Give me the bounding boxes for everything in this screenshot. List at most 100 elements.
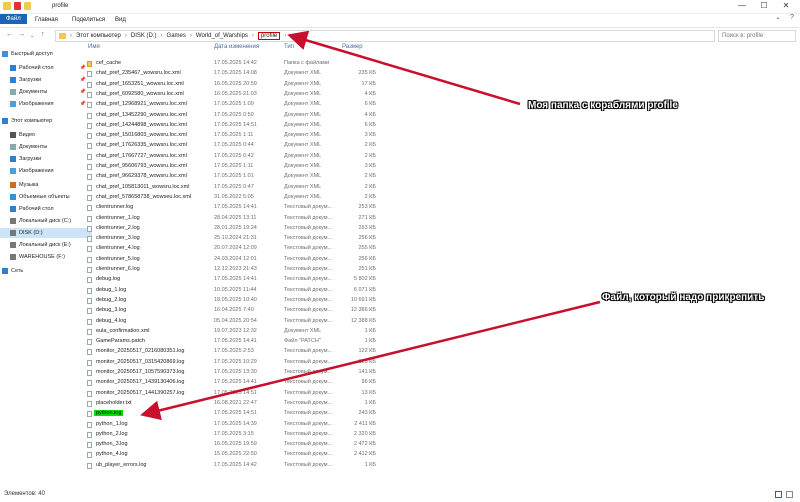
file-row[interactable]: monitor_20250517_0216080351.log 17.05.202… bbox=[84, 347, 724, 357]
file-type: Текстовый докум... bbox=[284, 399, 333, 406]
address-field[interactable]: › Этот компьютер › DISK (D:) › Games › W… bbox=[55, 30, 715, 42]
column-header-size[interactable]: Размер bbox=[342, 44, 363, 55]
file-type: Документ XML bbox=[284, 90, 322, 97]
recent-locations-icon[interactable]: ⌄ bbox=[30, 33, 34, 39]
file-row[interactable]: clientrunner_5.log 24.03.2024 12:01 Тексто… bbox=[84, 255, 724, 265]
file-row[interactable]: debug_4.log 05.04.2025 20:54 Текстовый док… bbox=[84, 317, 724, 327]
file-name: python_4.log bbox=[96, 451, 128, 458]
sidebar-item[interactable]: Документы bbox=[0, 142, 92, 152]
sidebar-item[interactable]: Сеть bbox=[0, 266, 84, 276]
file-date: 16.05.2025 20:50 bbox=[214, 80, 257, 87]
file-row[interactable]: eula_confirmation.xml 19.07.2023 12:32 Док… bbox=[84, 327, 724, 337]
new-folder-icon[interactable] bbox=[24, 2, 31, 10]
column-header-type[interactable]: Тип bbox=[284, 44, 294, 55]
breadcrumb-disk-d[interactable]: DISK (D:) bbox=[131, 33, 157, 39]
file-row[interactable]: placeholder.txt 16.08.2021 22:47 Текстовый… bbox=[84, 399, 724, 409]
file-icon bbox=[87, 225, 92, 232]
file-type: Текстовый докум... bbox=[284, 369, 333, 375]
help-icon[interactable]: ? bbox=[782, 14, 800, 21]
sidebar-item[interactable]: Изображения 📌 bbox=[0, 99, 92, 109]
forward-arrow-icon[interactable]: → bbox=[18, 31, 25, 38]
file-row[interactable]: monitor_20250517_1057590373.log 17.05.202… bbox=[84, 368, 724, 378]
file-row[interactable]: ub_player_errors.log 17.05.2025 14:42 Текс… bbox=[84, 461, 724, 471]
file-row[interactable]: clientrunner_2.log 28.01.2025 19:24 Тексто… bbox=[84, 224, 724, 234]
file-row[interactable]: monitor_20250517_1441390257.log 17.05.202… bbox=[84, 389, 724, 399]
file-row[interactable]: chat_pref_96629378_wowsru.loc.xml 17.05.2… bbox=[84, 172, 724, 182]
file-row[interactable]: python_1.log 17.05.2025 14:39 Текстовый до… bbox=[84, 420, 724, 430]
sidebar-item[interactable]: Локальный диск (C:) bbox=[0, 216, 92, 226]
file-row[interactable]: clientrunner_1.log 28.04.2025 13:11 Тексто… bbox=[84, 214, 724, 224]
sidebar-item[interactable]: Локальный диск (E:) bbox=[0, 240, 92, 250]
sidebar-item[interactable]: Загрузки bbox=[0, 154, 92, 164]
details-view-icon[interactable] bbox=[775, 491, 782, 498]
tab-view[interactable]: Вид bbox=[110, 15, 131, 25]
sidebar-item[interactable]: Рабочий стол bbox=[0, 204, 92, 214]
close-button[interactable]: ✕ bbox=[776, 1, 796, 10]
file-row[interactable]: chat_pref_15016803_wowsru.loc.xml 17.05.2… bbox=[84, 131, 724, 141]
sidebar-item[interactable]: Изображения bbox=[0, 166, 92, 176]
file-type: Папка с файлами bbox=[284, 60, 330, 66]
breadcrumb-games[interactable]: Games bbox=[167, 33, 186, 39]
column-header-date[interactable]: Дата изменения bbox=[214, 44, 259, 55]
sidebar-item-label: Быстрый доступ bbox=[11, 51, 53, 57]
file-row[interactable]: clientrunner_6.log 12.12.2023 21:43 Тексто… bbox=[84, 265, 724, 275]
sidebar-item[interactable]: Рабочий стол 📌 bbox=[0, 63, 92, 73]
file-date: 17.05.2025 1:11 bbox=[214, 163, 254, 169]
file-row[interactable]: chat_pref_17626335_wowsru.loc.xml 17.05.2… bbox=[84, 141, 724, 151]
back-arrow-icon[interactable]: ← bbox=[6, 31, 13, 38]
file-row[interactable]: monitor_20250517_1439130406.log 17.05.202… bbox=[84, 378, 724, 388]
tab-file[interactable]: Файл bbox=[0, 14, 27, 24]
folder-icon bbox=[87, 61, 92, 67]
file-row[interactable]: chat_pref_14244898_wowsru.loc.xml 17.05.2… bbox=[84, 121, 724, 131]
sidebar-item[interactable]: Музыка bbox=[0, 180, 92, 190]
file-row[interactable]: python_2.log 17.05.2025 3:15 Текстовый док… bbox=[84, 430, 724, 440]
file-row[interactable]: chat_pref_235467_wowsru.loc.xml 17.05.202… bbox=[84, 69, 724, 79]
file-row[interactable]: python.log 17.05.2025 14:51 Текстовый доку… bbox=[84, 409, 724, 419]
file-row[interactable]: chat_pref_1653251_wowsru.loc.xml 16.05.20… bbox=[84, 80, 724, 90]
sidebar-item[interactable]: Объемные объекты bbox=[0, 192, 92, 202]
file-row[interactable]: chat_pref_13452290_wowsru.loc.xml 17.05.2… bbox=[84, 111, 724, 121]
search-input[interactable]: Поиск в: profile bbox=[718, 30, 796, 42]
file-row[interactable]: python_4.log 15.05.2025 22:50 Текстовый до… bbox=[84, 450, 724, 460]
tab-share[interactable]: Поделиться bbox=[67, 15, 110, 25]
tab-home[interactable]: Главная bbox=[30, 15, 63, 25]
sidebar-item[interactable]: Видео bbox=[0, 130, 92, 140]
sidebar-item[interactable]: DISK (D:) bbox=[0, 228, 92, 238]
file-row[interactable]: debug_3.log 16.04.2025 7:40 Текстовый доку… bbox=[84, 306, 724, 316]
file-row[interactable]: chat_pref_95606793_wowsru.loc.xml 17.05.2… bbox=[84, 162, 724, 172]
breadcrumb-world-of-warships[interactable]: World_of_Warships bbox=[196, 33, 248, 39]
breadcrumb-profile[interactable]: profile bbox=[257, 32, 281, 40]
file-row[interactable]: chat_pref_578658738_wowseu.loc.xml 31.05.… bbox=[84, 193, 724, 203]
file-row[interactable]: GameParams.patch 17.05.2025 14:41 Файл "PA… bbox=[84, 337, 724, 347]
file-row[interactable]: monitor_20250517_0315420869.log 17.05.202… bbox=[84, 358, 724, 368]
file-row[interactable]: clientrunner_3.log 25.10.2024 21:31 Тексто… bbox=[84, 234, 724, 244]
column-header-name[interactable]: Имя bbox=[88, 44, 100, 55]
minimize-button[interactable]: — bbox=[732, 1, 752, 10]
breadcrumb-this-pc[interactable]: Этот компьютер bbox=[76, 33, 121, 39]
file-row[interactable]: clientrunner.log 17.05.2025 14:41 Текстовы… bbox=[84, 203, 724, 213]
sidebar-item[interactable]: Документы 📌 bbox=[0, 87, 92, 97]
sidebar-item[interactable]: Этот компьютер bbox=[0, 116, 84, 126]
file-type: Документ XML bbox=[284, 142, 322, 149]
file-row[interactable]: clientrunner_4.log 20.07.2024 12:09 Тексто… bbox=[84, 244, 724, 254]
file-size: 2 472 КБ bbox=[353, 441, 376, 448]
large-icons-view-icon[interactable] bbox=[786, 491, 793, 498]
sidebar-item[interactable]: Загрузки 📌 bbox=[0, 75, 92, 85]
file-icon bbox=[87, 452, 92, 459]
file-date: 28.01.2025 19:24 bbox=[214, 224, 257, 231]
navigation-pane: Быстрый доступ Рабочий стол 📌 Загрузки 📌 Доку… bbox=[0, 46, 92, 486]
sidebar-item[interactable]: WAREHOUSE (F:) bbox=[0, 252, 92, 262]
file-row[interactable]: chat_pref_105813011_wowsru.loc.xml 17.05.… bbox=[84, 183, 724, 193]
file-row[interactable]: debug.log 17.05.2025 14:41 Текстовый докум… bbox=[84, 275, 724, 285]
file-row[interactable]: cef_cache 17.05.2025 14:42 Папка с файлами bbox=[84, 59, 724, 69]
file-row[interactable]: chat_pref_17667727_wowsru.loc.xml 17.05.2… bbox=[84, 152, 724, 162]
pictures-icon bbox=[10, 168, 16, 174]
maximize-button[interactable]: ☐ bbox=[754, 1, 774, 10]
download-icon bbox=[10, 156, 16, 162]
up-arrow-icon[interactable]: ↑ bbox=[41, 31, 45, 38]
file-row[interactable]: python_3.log 16.05.2025 19:59 Текстовый до… bbox=[84, 440, 724, 450]
file-row[interactable]: chat_pref_6092580_wowsru.loc.xml 16.05.20… bbox=[84, 90, 724, 100]
file-icon bbox=[87, 174, 92, 181]
sidebar-item[interactable]: Быстрый доступ bbox=[0, 49, 84, 59]
properties-icon[interactable] bbox=[14, 2, 21, 10]
